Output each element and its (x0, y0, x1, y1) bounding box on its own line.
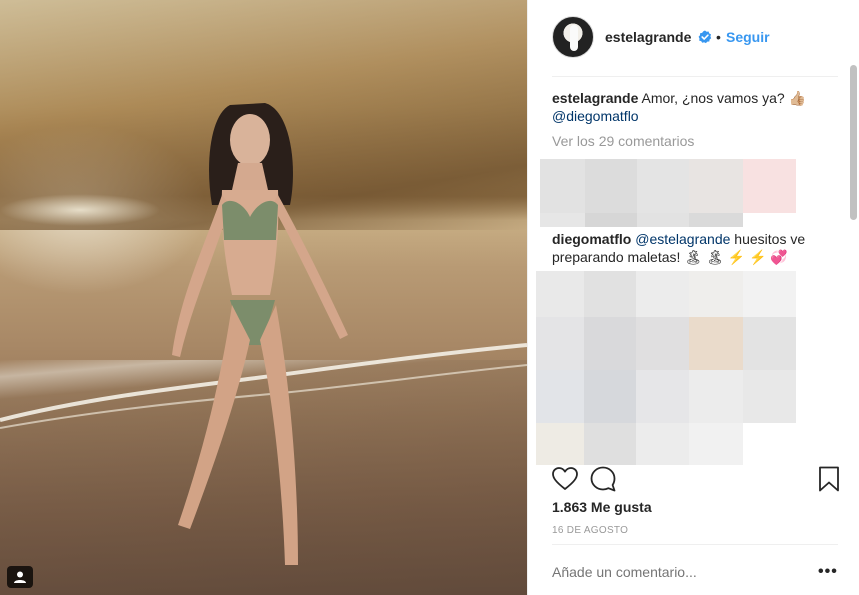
post-date[interactable]: 16 DE AGOSTO (552, 525, 628, 536)
post-header: estelagrande • Seguir (528, 0, 859, 76)
verified-badge-icon (698, 30, 712, 44)
follow-button[interactable]: Seguir (726, 29, 770, 45)
comments-scrollbar[interactable] (850, 65, 857, 220)
likes-count[interactable]: 1.863 Me gusta (552, 499, 652, 515)
blurred-comment (540, 159, 796, 227)
add-comment-input[interactable] (552, 564, 802, 580)
more-options-button[interactable]: ••• (818, 563, 838, 581)
post-actions (528, 465, 859, 495)
view-all-comments-link[interactable]: Ver los 29 comentarios (552, 133, 694, 149)
post-sidebar: estelagrande • Seguir estelagrande Amor,… (527, 0, 859, 595)
comment-mention[interactable]: @diegomatflo (552, 108, 639, 124)
comments-list: estelagrande Amor, ¿nos vamos ya? 👍🏼 @di… (528, 77, 854, 465)
bookmark-icon[interactable] (818, 466, 840, 492)
username-link[interactable]: estelagrande (605, 29, 691, 45)
comment-text: Amor, ¿nos vamos ya? 👍🏼 (638, 90, 806, 106)
heart-icon[interactable] (552, 467, 578, 491)
comment-icon[interactable] (590, 466, 616, 492)
reply-comment: diegomatflo @estelagrande huesitos ve pr… (552, 230, 822, 266)
caption-comment: estelagrande Amor, ¿nos vamos ya? 👍🏼 @di… (552, 89, 822, 125)
blurred-comment (536, 271, 796, 465)
tagged-people-icon[interactable] (7, 566, 33, 588)
photo-figure (172, 103, 348, 565)
post-photo[interactable] (0, 0, 527, 595)
composer-divider (552, 544, 838, 545)
avatar[interactable] (552, 16, 594, 58)
comment-mention[interactable]: @estelagrande (635, 231, 730, 247)
header-separator: • (716, 29, 721, 45)
comment-author[interactable]: estelagrande (552, 90, 638, 106)
comment-author[interactable]: diegomatflo (552, 231, 631, 247)
